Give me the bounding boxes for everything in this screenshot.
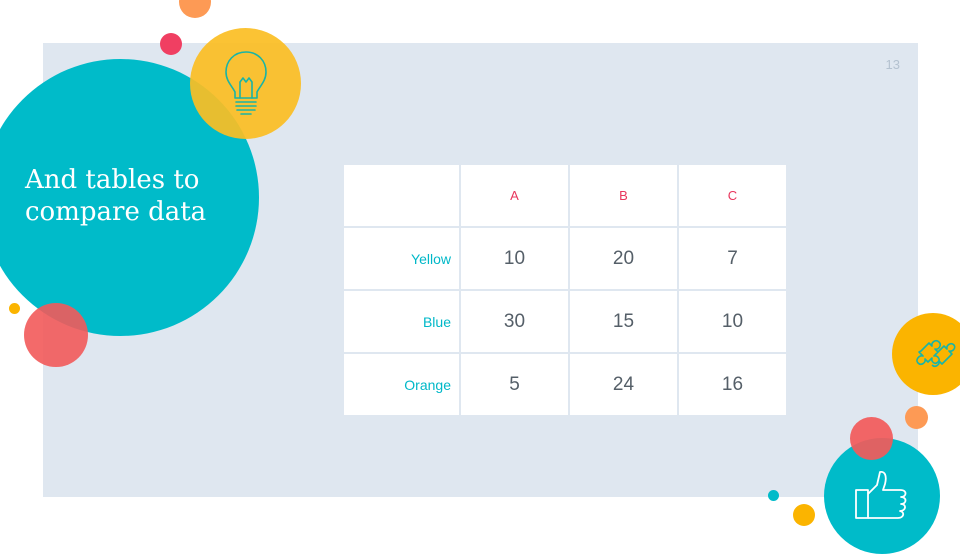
table-cell: 7 [679,228,786,289]
lightbulb-icon [225,51,267,115]
decor-dot-teal-small [768,490,779,501]
table-header-row: A B C [344,165,786,226]
table-cell: 24 [570,354,677,415]
decor-dot-orange-right [905,406,928,429]
row-label-blue: Blue [344,291,459,352]
slide-title-line-2: compare data [25,197,207,227]
table-cell: 16 [679,354,786,415]
decor-dot-amber-bottom [793,504,815,526]
table-cell: 10 [679,291,786,352]
puzzle-icon [916,339,956,368]
row-label-orange: Orange [344,354,459,415]
table-cell: 10 [461,228,568,289]
header-cell-empty [344,165,459,226]
table-cell: 20 [570,228,677,289]
table-cell: 15 [570,291,677,352]
decor-circle-red-left [24,303,88,367]
slide-title-line-1: And tables to [25,165,200,195]
row-label-yellow: Yellow [344,228,459,289]
comparison-table: A B C Yellow 10 20 7 Blue 30 15 10 Orang… [342,163,788,417]
header-cell-c: C [679,165,786,226]
page-number: 13 [885,57,900,72]
slide-title: And tables to compare data [25,164,255,228]
table-row: Blue 30 15 10 [344,291,786,352]
decor-dot-amber-small [9,303,20,314]
decor-circle-red-bottom [850,417,893,460]
header-cell-b: B [570,165,677,226]
decor-circle-orange-top [179,0,211,18]
table-row: Orange 5 24 16 [344,354,786,415]
table-cell: 5 [461,354,568,415]
table-row: Yellow 10 20 7 [344,228,786,289]
thumbs-up-icon [855,471,907,519]
table-cell: 30 [461,291,568,352]
header-cell-a: A [461,165,568,226]
decor-dot-pink [160,33,182,55]
